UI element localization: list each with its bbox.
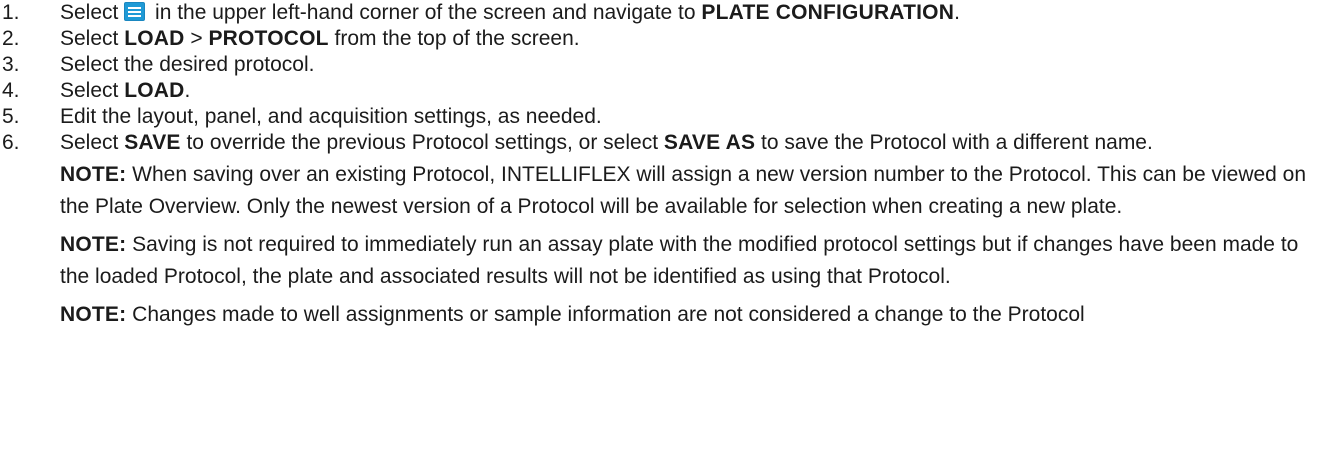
step-text: Select bbox=[60, 79, 125, 102]
note-text: When saving over an existing Protocol, I… bbox=[60, 163, 1307, 218]
step-text: . bbox=[954, 1, 960, 24]
step-text: to save the Protocol with a different na… bbox=[755, 131, 1153, 154]
ui-term: SAVE AS bbox=[663, 131, 756, 154]
step-text: Select the desired protocol. bbox=[60, 53, 315, 76]
step-text: > bbox=[184, 27, 209, 50]
step-text: Select bbox=[60, 1, 125, 24]
note-paragraph: NOTE: Changes made to well assignments o… bbox=[60, 299, 1327, 331]
list-item: 1. Select in the upper left-hand corner … bbox=[0, 0, 1335, 26]
step-number: 4. bbox=[2, 79, 20, 102]
step-text: Select bbox=[60, 131, 125, 154]
step-number: 6. bbox=[2, 131, 20, 154]
note-label: NOTE: bbox=[60, 233, 127, 256]
list-item: 4. Select LOAD. bbox=[0, 78, 1335, 104]
ui-term: SAVE bbox=[124, 131, 181, 154]
instruction-document: 1. Select in the upper left-hand corner … bbox=[0, 0, 1335, 462]
step-number: 1. bbox=[2, 1, 20, 24]
list-item: 3. Select the desired protocol. bbox=[0, 52, 1335, 78]
note-paragraph: NOTE: When saving over an existing Proto… bbox=[60, 159, 1327, 223]
ui-term: LOAD bbox=[124, 27, 185, 50]
note-label: NOTE: bbox=[60, 303, 127, 326]
note-text: Changes made to well assignments or samp… bbox=[126, 303, 1085, 326]
step-text: Edit the layout, panel, and acquisition … bbox=[60, 105, 602, 128]
note-paragraph: NOTE: Saving is not required to immediat… bbox=[60, 229, 1327, 293]
step-text: . bbox=[184, 79, 191, 102]
list-item: 6. Select SAVE to override the previous … bbox=[0, 130, 1335, 331]
steps-list: 1. Select in the upper left-hand corner … bbox=[0, 0, 1335, 331]
list-item: 2. Select LOAD > PROTOCOL from the top o… bbox=[0, 26, 1335, 52]
step-text: to override the previous Protocol settin… bbox=[180, 131, 664, 154]
step-text: from the top of the screen. bbox=[328, 27, 580, 50]
ui-term: PLATE CONFIGURATION bbox=[701, 1, 955, 24]
hamburger-menu-icon bbox=[124, 2, 146, 21]
ui-term: PROTOCOL bbox=[208, 27, 329, 50]
step-number: 2. bbox=[2, 27, 20, 50]
step-text: in the upper left-hand corner of the scr… bbox=[149, 1, 702, 24]
note-label: NOTE: bbox=[60, 163, 127, 186]
note-text: Saving is not required to immediately ru… bbox=[60, 233, 1299, 288]
step-text: Select bbox=[60, 27, 125, 50]
step-number: 3. bbox=[2, 53, 20, 76]
ui-term: LOAD bbox=[124, 79, 185, 102]
step-number: 5. bbox=[2, 105, 20, 128]
list-item: 5. Edit the layout, panel, and acquisiti… bbox=[0, 104, 1335, 130]
